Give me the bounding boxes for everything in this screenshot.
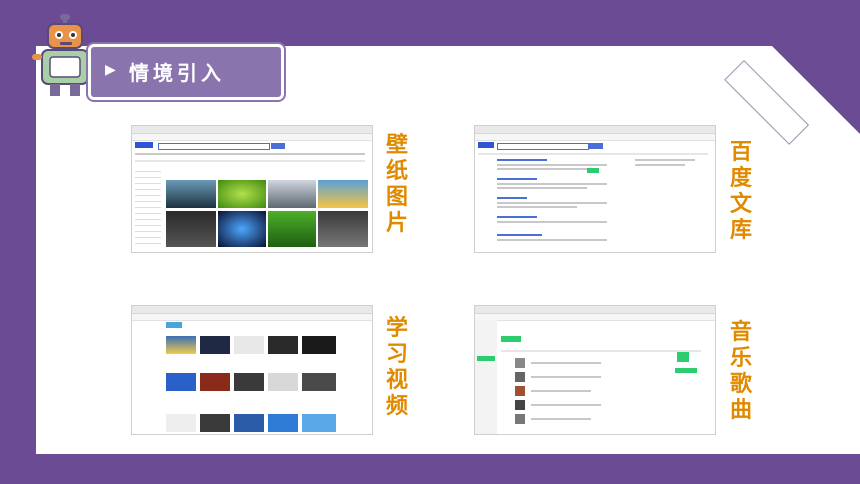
panel-label-wallpaper: 壁纸图片 xyxy=(385,133,408,236)
title-tab: ▶ 情境引入 xyxy=(88,44,284,100)
panel-label-video: 学习视频 xyxy=(385,316,408,419)
panel-label-wenku: 百度文库 xyxy=(729,140,752,243)
panel-label-music: 音乐歌曲 xyxy=(729,320,752,423)
wenku-screenshot xyxy=(474,125,716,253)
arrow-icon: ▶ xyxy=(105,62,116,78)
page-title: 情境引入 xyxy=(129,61,225,85)
music-screenshot xyxy=(474,305,716,435)
video-screenshot xyxy=(131,305,373,435)
wallpaper-screenshot xyxy=(131,125,373,253)
